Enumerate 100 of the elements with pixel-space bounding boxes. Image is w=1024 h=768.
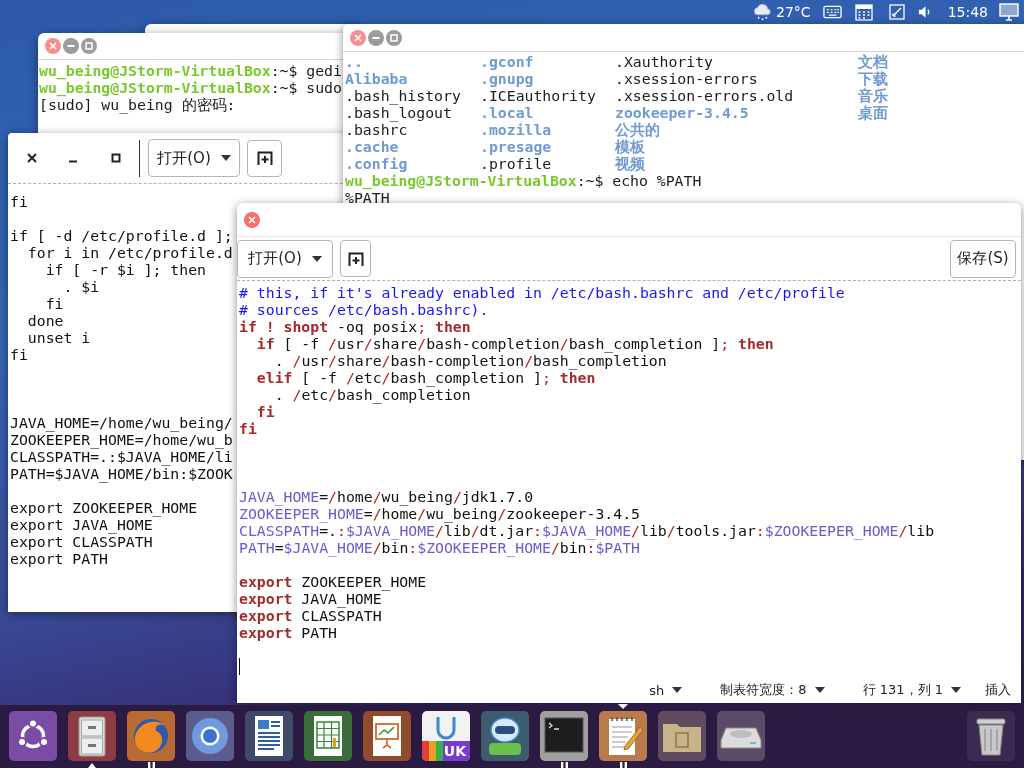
code-line: CLASSPATH=.:$JAVA_HOME/lib/dt.jar:$JAVA_HOME/lib/tools.jar:$ZOOKEEPER_HOME/lib [239,522,935,539]
folder-name: 桌面 [858,104,888,121]
folder-name: .cache [345,138,400,155]
logo-text: UK [443,743,466,759]
code-line: if ! shopt -oq posix; then [239,318,471,335]
document-icon[interactable] [244,710,294,762]
code-line: if [ -f /usr/share/bash-completion/bash_completion ]; then [255,335,774,352]
robot-icon[interactable] [480,710,530,762]
code-line: export ZOOKEEPER_HOME [10,499,198,516]
file-name: .profile [480,155,553,172]
open-button[interactable]: 打开(O) [237,239,333,278]
calendar-icon[interactable] [854,3,873,21]
new-document-button[interactable] [247,139,282,177]
code-line: export JAVA_HOME [239,590,382,607]
code-line: . /usr/share/bash-completion/bash_completion [273,352,667,369]
globe-icon[interactable] [126,710,176,762]
new-document-button[interactable] [340,240,371,277]
code-line: fi [10,193,28,210]
code-line: if [ -r $i ]; then [44,261,206,278]
pen-square-icon[interactable] [888,4,905,20]
save-button[interactable]: 保存(S) [950,239,1016,278]
folder-icon[interactable] [657,710,707,762]
code-line: unset i [26,329,91,346]
terminal-line: wu_being@JStorm-VirtualBox:~$ echo %PATH [345,172,702,189]
code-line: elif [ -f /etc/bash_completion ]; then [255,369,596,386]
file-cabinet-icon[interactable] [67,710,117,762]
folder-name: 模板 [615,138,646,155]
maximize-icon[interactable] [111,153,121,163]
status-text: 插入 [985,681,1011,699]
folder-name: .local [480,104,535,121]
code-line: export JAVA_HOME [10,516,153,533]
folder-name: .. [345,53,364,70]
file-name: .Xauthority [615,53,714,70]
terminal-line: wu_being@JStorm-VirtualBox:~$ sudo [39,79,342,96]
file-name: .bash_logout [345,104,452,121]
folder-name: 下载 [858,70,888,87]
terminal-line: %PATH [345,189,390,206]
plus-box-icon [347,251,364,266]
drive-icon[interactable] [716,710,766,762]
caret-icon [220,155,231,161]
status-dropdown[interactable]: 制表符宽度：8 [718,678,827,702]
code-line: ZOOKEEPER_HOME=/home/wu_being/zookeeper-3.4.5 [239,505,640,522]
code-line: # sources /etc/bash.bashrc). [239,301,489,318]
code-line: JAVA_HOME=/home/wu_being/jdk1.7.0 [239,488,534,505]
text-cursor [239,658,240,675]
file-name: .bashrc [345,121,408,138]
code-line: fi [10,346,28,363]
code-line: CLASSPATH=.:$JAVA_HOME/li [10,448,233,465]
caret-icon [672,687,683,693]
monitor-icon[interactable] [999,3,1019,21]
code-line: fi [255,403,275,420]
caret-icon [311,255,322,262]
folder-name: 公共的 [615,121,661,138]
temperature-text[interactable]: 27°C [776,4,811,20]
code-line: export ZOOKEEPER_HOME [239,573,427,590]
ring-icon[interactable] [185,710,235,762]
code-line: fi [44,295,64,312]
folder-name: Alibaba [345,70,409,87]
status-dropdown[interactable]: 行 131，列 1 [860,678,963,702]
cloud-snow-icon[interactable] [752,3,774,21]
code-line: JAVA_HOME=/home/wu_being/ [10,414,233,431]
folder-name: .config [345,155,409,172]
keyboard-icon[interactable] [822,4,842,20]
file-name: .bash_history [345,87,462,104]
code-line: done [26,312,64,329]
code-line: ZOOKEEPER_HOME=/home/wu_b [10,431,233,448]
circle-logo-icon[interactable] [8,710,58,762]
code-line: . $i [62,278,100,295]
code-line: export CLASSPATH [239,607,382,624]
folder-name: 文档 [858,53,888,70]
folder-name: .presage [480,138,553,155]
terminal-line: wu_being@JStorm-VirtualBox:~$ gedi [39,62,342,79]
spreadsheet-icon[interactable] [303,710,353,762]
code-line: export PATH [10,550,108,567]
code-line: PATH=$JAVA_HOME/bin:$ZOOK [10,465,233,482]
plus-box-icon [256,151,273,165]
caret-icon [814,687,825,693]
trash-icon[interactable] [966,710,1016,762]
rainbow-tile-icon[interactable] [421,710,471,762]
close-icon[interactable] [27,153,37,163]
notepad-pencil-icon[interactable] [598,710,648,762]
code-line: export CLASSPATH [10,533,153,550]
code-line: export PATH [239,624,337,641]
code-line: . /etc/bash_completion [273,386,471,403]
code-line: for i in /etc/profile.d [26,244,233,261]
folder-name: 音乐 [858,87,888,104]
presentation-icon[interactable] [362,710,412,762]
terminal-line: [sudo] wu_being 的密码: [39,96,236,113]
caret-icon [951,687,961,693]
clock-text[interactable]: 15:48 [947,4,988,20]
folder-name: 视频 [615,155,646,172]
status-dropdown[interactable]: sh [647,678,685,702]
file-name: .xsession-errors [615,70,759,87]
terminal-icon[interactable] [539,710,589,762]
code-line: if [ -d /etc/profile.d ]; [10,227,233,244]
code-line: PATH=$JAVA_HOME/bin:$ZOOKEEPER_HOME/bin:$PATH [239,539,640,556]
open-button[interactable]: 打开(O) [148,139,240,177]
folder-name: zookeeper-3.4.5 [615,104,750,121]
folder-name: .gconf [480,53,535,70]
code-line: # this, if it's already enabled in /etc/bash.bashrc and /etc/profile [239,284,845,301]
